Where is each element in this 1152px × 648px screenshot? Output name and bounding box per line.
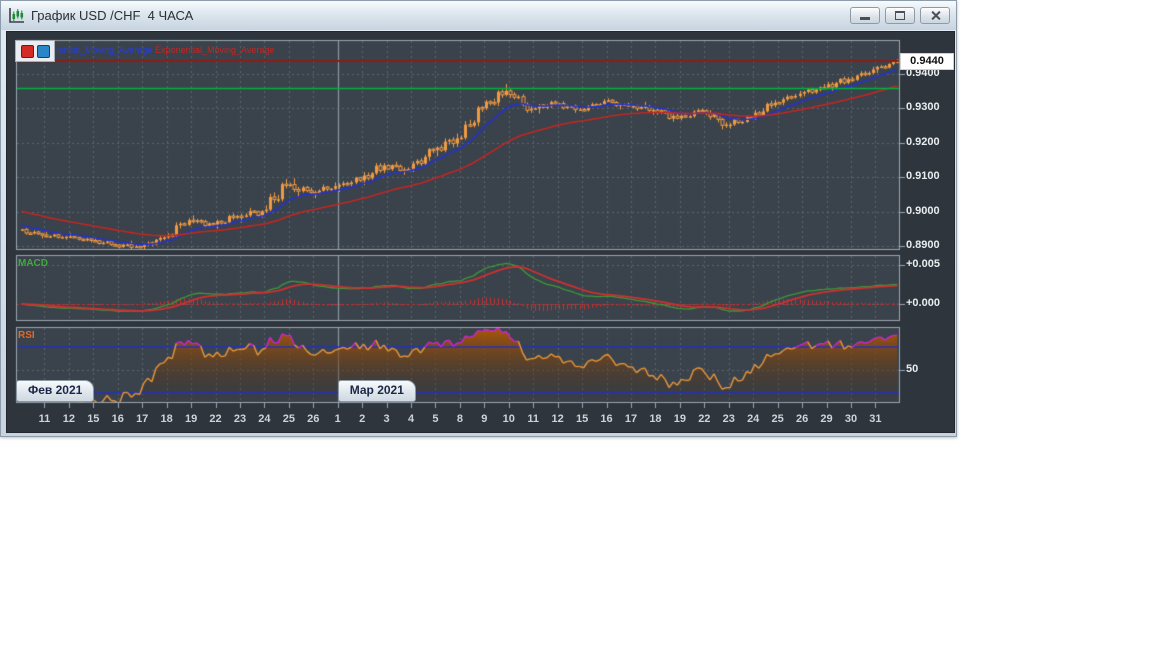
x-axis-label: 9 (481, 413, 488, 425)
price-axis-label: 0.9100 (906, 170, 940, 183)
close-button[interactable] (920, 7, 950, 24)
current-price-label: 0.9440 (900, 53, 954, 71)
x-axis-label: 11 (527, 413, 540, 425)
x-axis-label: 10 (502, 413, 515, 425)
x-axis-label: 25 (771, 413, 784, 425)
x-axis-label: 12 (551, 413, 564, 425)
blue-square-icon (36, 44, 50, 58)
x-axis-label: 2 (359, 413, 366, 425)
price-axis-label: 0.8900 (906, 239, 940, 251)
x-axis-label: 15 (87, 413, 100, 425)
x-axis-label: 31 (869, 413, 882, 425)
red-square-icon (20, 44, 34, 58)
minimize-button[interactable] (850, 7, 880, 24)
x-axis-label: 24 (258, 413, 271, 425)
x-axis-label: 16 (111, 413, 124, 425)
macd-axis-label: +0.000 (906, 297, 940, 309)
x-axis-label: 18 (649, 413, 662, 425)
price-axis-label: 0.9000 (906, 204, 940, 217)
x-axis-label: 8 (456, 413, 463, 425)
x-axis-label: 18 (160, 413, 173, 425)
x-axis-label: 26 (307, 413, 320, 425)
rsi-axis-label: 50 (906, 363, 919, 375)
x-axis-label: 25 (282, 413, 295, 425)
chart-content: Exponential_Moving_Average Exponential_M… (6, 31, 955, 433)
macd-panel-label: MACD (18, 258, 48, 269)
month-button-mar[interactable]: Мар 2021 (337, 380, 416, 402)
rsi-panel-label: RSI (18, 330, 35, 341)
legend-swatch-box[interactable] (15, 40, 55, 62)
window-title: График USD /CHF 4 ЧАСА (31, 8, 194, 23)
x-axis-label: 4 (407, 413, 415, 425)
x-axis-label: 17 (624, 413, 638, 425)
macd-axis-label: +0.005 (906, 258, 940, 270)
window-titlebar[interactable]: График USD /CHF 4 ЧАСА (1, 1, 956, 30)
x-axis-label: 30 (844, 413, 858, 425)
month-button-feb[interactable]: Фев 2021 (16, 380, 95, 402)
x-axis-label: 16 (600, 413, 613, 425)
restore-icon (895, 11, 905, 20)
restore-button[interactable] (885, 7, 915, 24)
x-axis-label: 11 (38, 413, 51, 425)
price-axis-label: 0.9300 (906, 101, 940, 114)
close-icon (930, 10, 941, 21)
chart-canvas[interactable] (7, 32, 954, 432)
x-axis-label: 29 (820, 413, 833, 425)
x-axis-label: 3 (383, 413, 390, 425)
x-axis-label: 12 (62, 413, 75, 425)
ema-slow-legend-label: Exponential_Moving_Average (155, 45, 275, 55)
candlestick-chart-icon (7, 7, 25, 25)
price-axis-label: 0.9200 (906, 135, 940, 148)
chart-window: График USD /CHF 4 ЧАСА Exponential_Movin… (0, 0, 957, 437)
x-axis-label: 24 (747, 413, 760, 425)
x-axis-label: 23 (233, 413, 247, 425)
x-axis-label: 22 (698, 413, 711, 425)
x-axis-label: 23 (722, 413, 735, 425)
x-axis-label: 1 (334, 413, 341, 425)
x-axis-label: 19 (184, 413, 198, 425)
x-axis-label: 22 (209, 413, 222, 425)
x-axis-label: 5 (432, 413, 439, 425)
x-axis-label: 26 (795, 413, 809, 425)
x-axis-label: 17 (136, 413, 149, 425)
minimize-icon (860, 17, 870, 20)
x-axis-label: 19 (673, 413, 686, 425)
x-axis-label: 15 (575, 413, 589, 425)
